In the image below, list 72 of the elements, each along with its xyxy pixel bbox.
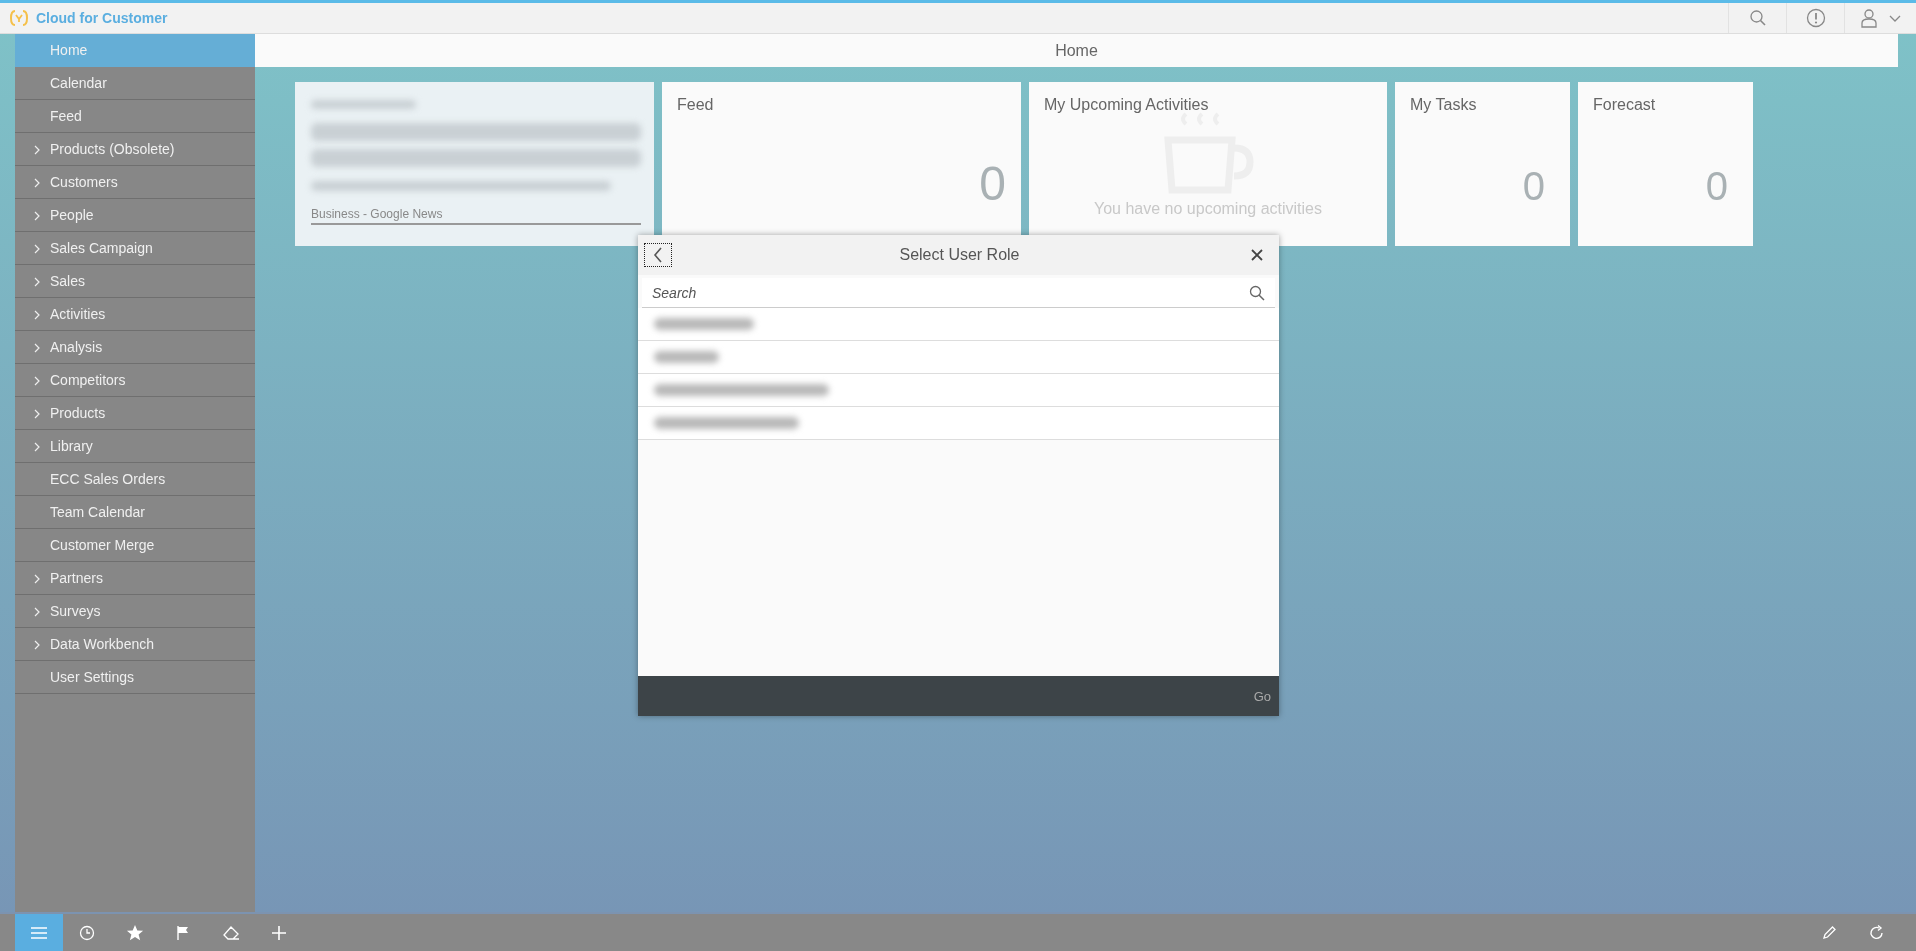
nav-item[interactable]: Analysis: [15, 331, 255, 364]
nav-item[interactable]: Library: [15, 430, 255, 463]
chevron-icon: [33, 607, 41, 617]
star-icon: [126, 923, 144, 942]
refresh-icon: [1869, 924, 1885, 941]
exclamation-icon: [1805, 8, 1826, 28]
chevron-icon: [33, 409, 41, 419]
nav-item[interactable]: ECC Sales Orders: [15, 463, 255, 496]
search-field[interactable]: Search: [642, 278, 1275, 308]
caret-icon: [1887, 13, 1902, 23]
chevron-icon: [33, 277, 41, 287]
role-list-item[interactable]: [638, 308, 1279, 341]
go-button[interactable]: Go: [1245, 688, 1279, 704]
nav-item[interactable]: Calendar: [15, 67, 255, 100]
user-icon: [1859, 8, 1878, 28]
chevron-icon: [33, 640, 41, 650]
tile-title: Forecast: [1593, 96, 1657, 114]
tile-title: Feed: [677, 96, 715, 114]
nav-item[interactable]: Home: [15, 34, 255, 67]
dialog-title: Select User Role: [899, 246, 1020, 264]
tile-count: 0: [1522, 164, 1546, 209]
news-tile[interactable]: Business - Google News: [295, 82, 654, 246]
nav-item[interactable]: Sales: [15, 265, 255, 298]
nav-item[interactable]: Feed: [15, 100, 255, 133]
tile-count: 0: [979, 156, 1006, 211]
back-button[interactable]: [644, 243, 672, 267]
close-icon: [1250, 248, 1264, 262]
search-icon: [1748, 9, 1767, 27]
role-list-item[interactable]: [638, 407, 1279, 440]
tile[interactable]: Forecast 0: [1578, 82, 1753, 246]
news-source: Business - Google News: [311, 207, 641, 225]
back-icon: [652, 247, 664, 263]
chevron-icon: [33, 574, 41, 584]
tile-count: 0: [1705, 164, 1729, 209]
app-title: Cloud for Customer: [36, 10, 168, 26]
nav-item[interactable]: Surveys: [15, 595, 255, 628]
nav-item[interactable]: Data Workbench: [15, 628, 255, 661]
chevron-icon: [33, 211, 41, 221]
chevron-icon: [33, 442, 41, 452]
nav-item[interactable]: Customers: [15, 166, 255, 199]
chevron-icon: [33, 178, 41, 188]
clock-icon: [79, 924, 95, 941]
chevron-icon: [33, 145, 41, 155]
nav-item[interactable]: Activities: [15, 298, 255, 331]
chevron-icon: [33, 343, 41, 353]
nav-item[interactable]: User Settings: [15, 661, 255, 694]
search-icon: [1249, 285, 1265, 301]
chevron-icon: [33, 244, 41, 254]
tile-title: My Tasks: [1410, 96, 1478, 114]
toolbar-tab[interactable]: [15, 914, 63, 951]
nav-item[interactable]: Partners: [15, 562, 255, 595]
plus-icon: [271, 924, 287, 941]
nav-item[interactable]: Products: [15, 397, 255, 430]
eraser-icon: [222, 924, 240, 941]
nav-item[interactable]: Competitors: [15, 364, 255, 397]
tile-title: My Upcoming Activities: [1044, 96, 1209, 114]
flag-icon: [176, 924, 190, 941]
nav-item[interactable]: Team Calendar: [15, 496, 255, 529]
nav-item[interactable]: People: [15, 199, 255, 232]
tile[interactable]: My Tasks 0: [1395, 82, 1570, 246]
page-title: Home: [1055, 41, 1098, 60]
chevron-icon: [33, 310, 41, 320]
blurred-text: [654, 351, 719, 363]
menu-icon: [30, 925, 48, 940]
logo-icon: [10, 9, 28, 27]
role-list-item[interactable]: [638, 341, 1279, 374]
pencil-icon: [1821, 924, 1837, 941]
nav-item[interactable]: Customer Merge: [15, 529, 255, 562]
nav-item[interactable]: Sales Campaign: [15, 232, 255, 265]
nav-item[interactable]: Products (Obsolete): [15, 133, 255, 166]
role-list-item[interactable]: [638, 374, 1279, 407]
chevron-icon: [33, 376, 41, 386]
